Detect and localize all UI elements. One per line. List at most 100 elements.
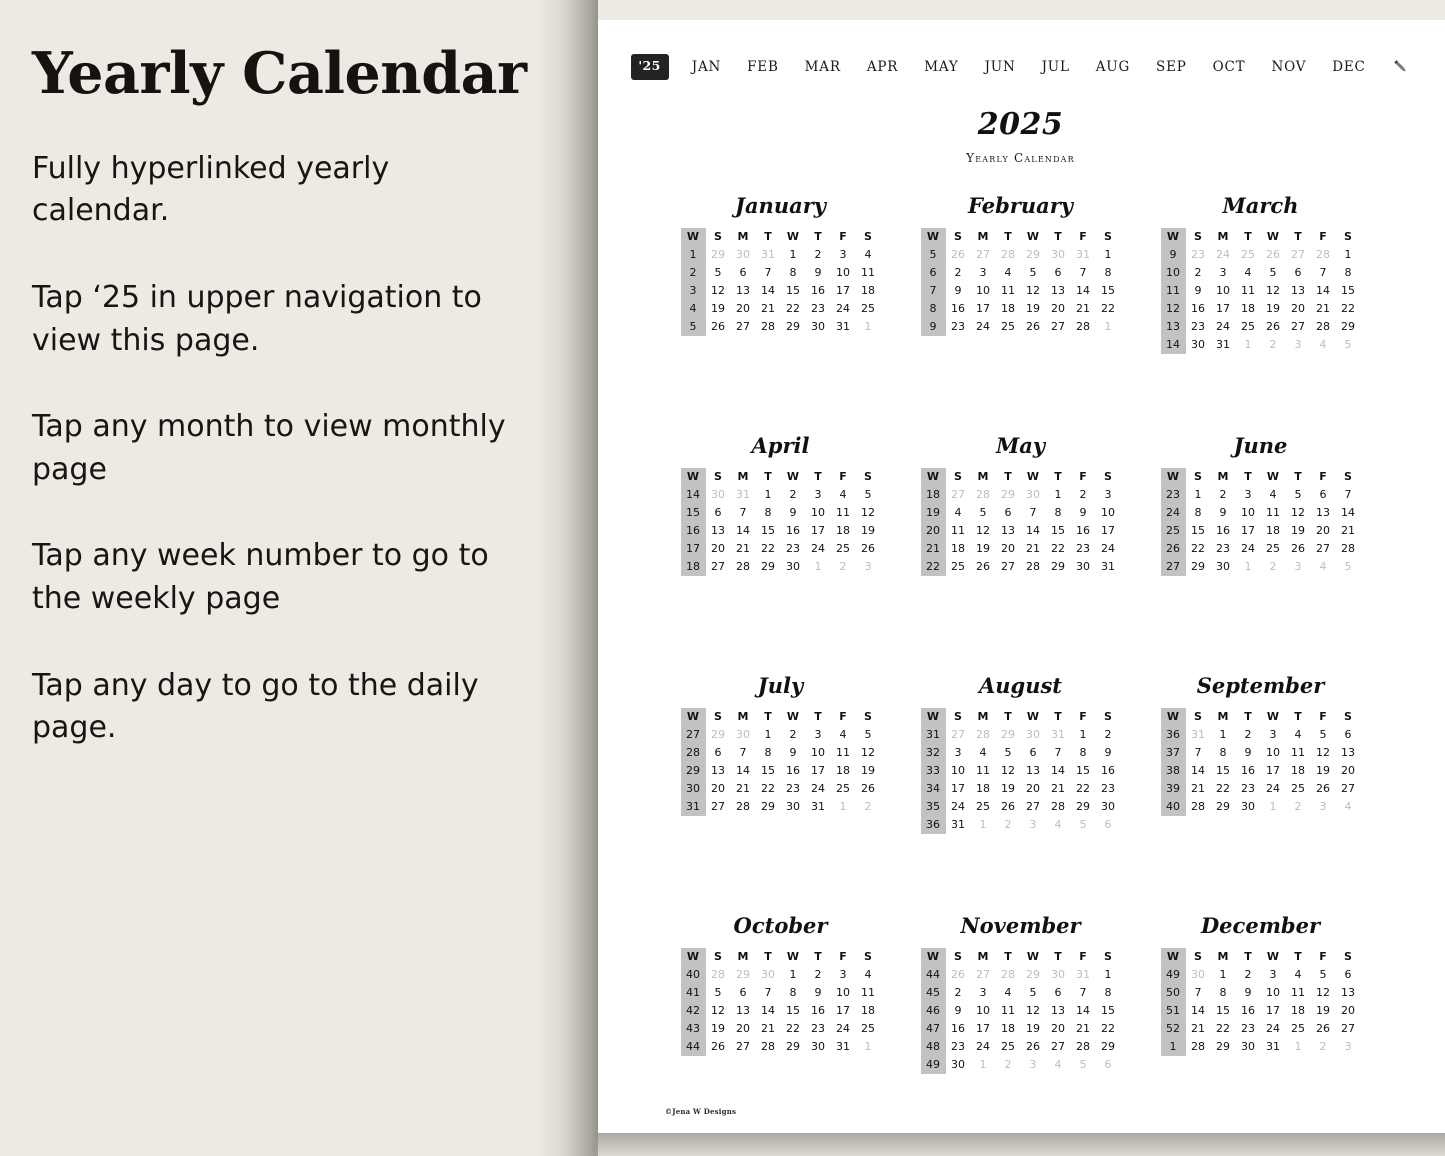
day-cell[interactable]: 2 — [806, 966, 831, 984]
day-cell-adjacent[interactable]: 26 — [946, 246, 971, 264]
day-cell[interactable]: 19 — [706, 300, 731, 318]
day-cell[interactable]: 29 — [781, 1038, 806, 1056]
day-cell-adjacent[interactable]: 2 — [1286, 798, 1311, 816]
nav-month-jan[interactable]: JAN — [679, 59, 734, 75]
week-number[interactable]: 44 — [920, 965, 946, 984]
day-cell[interactable]: 6 — [1336, 966, 1361, 984]
day-cell[interactable]: 20 — [1046, 1020, 1071, 1038]
month-link-june[interactable]: June — [1141, 433, 1381, 458]
day-cell[interactable]: 15 — [1071, 762, 1096, 780]
day-cell[interactable]: 9 — [1211, 504, 1236, 522]
day-cell[interactable]: 31 — [1096, 558, 1121, 576]
day-cell[interactable]: 1 — [1096, 966, 1121, 984]
day-cell[interactable]: 25 — [1286, 780, 1311, 798]
day-cell[interactable]: 14 — [756, 1002, 781, 1020]
week-number[interactable]: 48 — [920, 1037, 946, 1056]
day-cell[interactable]: 12 — [856, 504, 881, 522]
day-cell[interactable]: 21 — [1046, 780, 1071, 798]
day-cell-adjacent[interactable]: 29 — [706, 246, 731, 264]
week-number[interactable]: 51 — [1160, 1001, 1186, 1020]
day-cell[interactable]: 9 — [1186, 282, 1211, 300]
day-cell[interactable]: 4 — [946, 504, 971, 522]
day-cell[interactable]: 30 — [1236, 1038, 1261, 1056]
day-cell[interactable]: 25 — [1286, 1020, 1311, 1038]
day-cell-adjacent[interactable]: 3 — [1286, 336, 1311, 354]
day-cell-adjacent[interactable]: 29 — [996, 726, 1021, 744]
day-cell[interactable]: 28 — [1071, 318, 1096, 336]
day-cell[interactable]: 24 — [946, 798, 971, 816]
day-cell-adjacent[interactable]: 27 — [971, 246, 996, 264]
day-cell[interactable]: 2 — [781, 726, 806, 744]
day-cell-adjacent[interactable]: 1 — [831, 798, 856, 816]
nav-month-dec[interactable]: DEC — [1319, 59, 1378, 75]
week-number[interactable]: 9 — [1160, 245, 1186, 264]
day-cell[interactable]: 30 — [946, 1056, 971, 1074]
day-cell[interactable]: 21 — [1311, 300, 1336, 318]
day-cell[interactable]: 20 — [1336, 1002, 1361, 1020]
week-number[interactable]: 45 — [920, 983, 946, 1002]
day-cell[interactable]: 29 — [1046, 558, 1071, 576]
month-link-july[interactable]: July — [661, 673, 901, 698]
day-cell[interactable]: 17 — [946, 780, 971, 798]
day-cell[interactable]: 8 — [1071, 744, 1096, 762]
day-cell[interactable]: 1 — [1046, 486, 1071, 504]
day-cell-adjacent[interactable]: 2 — [1261, 558, 1286, 576]
day-cell-adjacent[interactable]: 5 — [1336, 558, 1361, 576]
day-cell[interactable]: 6 — [731, 984, 756, 1002]
day-cell[interactable]: 11 — [856, 984, 881, 1002]
month-link-april[interactable]: April — [661, 433, 901, 458]
day-cell[interactable]: 30 — [1186, 336, 1211, 354]
day-cell[interactable]: 2 — [946, 984, 971, 1002]
day-cell[interactable]: 27 — [1336, 1020, 1361, 1038]
day-cell[interactable]: 10 — [1261, 744, 1286, 762]
day-cell-adjacent[interactable]: 26 — [946, 966, 971, 984]
day-cell-adjacent[interactable]: 1 — [856, 318, 881, 336]
nav-month-jul[interactable]: JUL — [1029, 59, 1083, 75]
day-cell[interactable]: 20 — [1336, 762, 1361, 780]
day-cell[interactable]: 2 — [781, 486, 806, 504]
pencil-icon[interactable] — [1391, 57, 1410, 76]
day-cell[interactable]: 20 — [996, 540, 1021, 558]
day-cell[interactable]: 7 — [1071, 264, 1096, 282]
day-cell[interactable]: 10 — [831, 264, 856, 282]
day-cell[interactable]: 28 — [756, 318, 781, 336]
day-cell-adjacent[interactable]: 4 — [1046, 816, 1071, 834]
day-cell[interactable]: 19 — [1311, 1002, 1336, 1020]
day-cell[interactable]: 22 — [781, 300, 806, 318]
day-cell[interactable]: 19 — [856, 522, 881, 540]
day-cell[interactable]: 24 — [831, 1020, 856, 1038]
day-cell[interactable]: 28 — [1071, 1038, 1096, 1056]
month-link-november[interactable]: November — [901, 913, 1141, 938]
week-number[interactable]: 52 — [1160, 1019, 1186, 1038]
week-number[interactable]: 39 — [1160, 779, 1186, 798]
day-cell[interactable]: 18 — [1286, 762, 1311, 780]
day-cell[interactable]: 21 — [731, 540, 756, 558]
day-cell[interactable]: 31 — [1211, 336, 1236, 354]
day-cell-adjacent[interactable]: 2 — [996, 1056, 1021, 1074]
day-cell[interactable]: 23 — [781, 780, 806, 798]
day-cell[interactable]: 28 — [1186, 1038, 1211, 1056]
day-cell[interactable]: 19 — [1311, 762, 1336, 780]
day-cell[interactable]: 23 — [1236, 1020, 1261, 1038]
day-cell-adjacent[interactable]: 3 — [1021, 1056, 1046, 1074]
day-cell[interactable]: 3 — [1211, 264, 1236, 282]
day-cell[interactable]: 11 — [1286, 744, 1311, 762]
day-cell[interactable]: 16 — [1096, 762, 1121, 780]
week-number[interactable]: 42 — [680, 1001, 706, 1020]
day-cell[interactable]: 18 — [946, 540, 971, 558]
nav-month-apr[interactable]: APR — [854, 59, 911, 75]
week-number[interactable]: 17 — [680, 539, 706, 558]
nav-year-badge[interactable]: '25 — [631, 54, 669, 80]
day-cell[interactable]: 1 — [781, 966, 806, 984]
day-cell[interactable]: 27 — [1286, 318, 1311, 336]
day-cell[interactable]: 7 — [1021, 504, 1046, 522]
week-number[interactable]: 40 — [1160, 797, 1186, 816]
day-cell[interactable]: 9 — [1236, 984, 1261, 1002]
day-cell[interactable]: 29 — [781, 318, 806, 336]
day-cell-adjacent[interactable]: 2 — [1261, 336, 1286, 354]
day-cell[interactable]: 27 — [731, 318, 756, 336]
day-cell-adjacent[interactable]: 30 — [1046, 966, 1071, 984]
day-cell[interactable]: 17 — [1261, 762, 1286, 780]
day-cell[interactable]: 30 — [806, 1038, 831, 1056]
day-cell[interactable]: 5 — [856, 726, 881, 744]
